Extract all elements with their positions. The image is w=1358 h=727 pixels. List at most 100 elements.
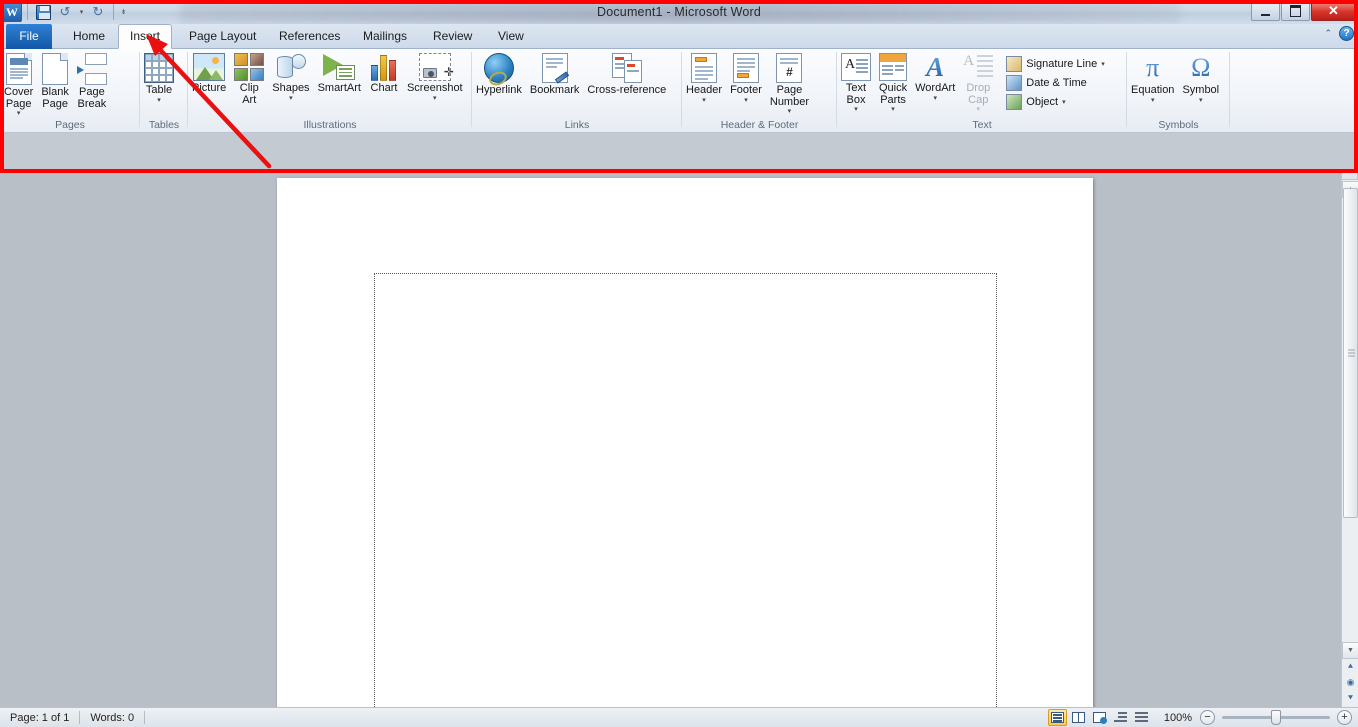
table-icon	[144, 53, 174, 83]
next-page-button[interactable]: ⯆	[1343, 691, 1358, 706]
status-divider-2	[144, 711, 145, 724]
tab-label: References	[279, 29, 340, 43]
chevron-down-icon[interactable]: ▾	[289, 95, 293, 102]
window-controls[interactable]: ✕	[1250, 1, 1356, 21]
shapes-button[interactable]: Shapes▾	[268, 53, 313, 102]
outline-view-button[interactable]	[1111, 709, 1130, 726]
group-items: Header▾Footer▾#PageNumber▾	[682, 49, 837, 119]
symbol-button[interactable]: ΩSymbol▾	[1178, 53, 1223, 104]
ribbon-help-controls[interactable]: ⌃ ?	[1324, 26, 1354, 41]
tab-file[interactable]: File	[6, 24, 52, 49]
help-icon[interactable]: ?	[1339, 26, 1354, 41]
tab-view[interactable]: View	[487, 24, 535, 49]
cross-reference-button[interactable]: Cross-reference	[583, 53, 670, 97]
tab-references[interactable]: References	[268, 24, 351, 49]
chevron-down-icon[interactable]: ▾	[702, 97, 706, 104]
chevron-down-icon[interactable]: ▾	[891, 106, 895, 113]
tab-label: Mailings	[363, 29, 407, 43]
group-small-buttons: Signature Line ▾ Date & Time Object▾	[1003, 53, 1107, 111]
maximize-button[interactable]	[1281, 1, 1310, 21]
signature-line-button[interactable]: Signature Line ▾	[1003, 54, 1107, 73]
chevron-down-icon[interactable]: ▾	[933, 95, 937, 102]
button-label: Table	[146, 85, 172, 97]
button-label: QuickParts	[879, 83, 907, 106]
zoom-out-button[interactable]: −	[1200, 710, 1215, 725]
select-browse-object-button[interactable]: ◉	[1343, 675, 1358, 690]
chevron-down-icon[interactable]: ▾	[1101, 60, 1105, 68]
scrollbar-thumb[interactable]	[1343, 188, 1358, 518]
word-count-indicator[interactable]: Words: 0	[80, 708, 144, 727]
button-label: Date & Time	[1026, 77, 1087, 89]
group-label: Links	[472, 119, 682, 133]
scrollbar-grip-icon	[1348, 348, 1355, 359]
web-layout-view-button[interactable]	[1090, 709, 1109, 726]
footer-button[interactable]: Footer▾	[726, 53, 766, 104]
scroll-down-button[interactable]: ▼	[1342, 642, 1358, 659]
header-button[interactable]: Header▾	[682, 53, 726, 104]
chevron-down-icon[interactable]: ▾	[977, 106, 981, 113]
zoom-level-label[interactable]: 100%	[1152, 708, 1200, 727]
screenshot-button[interactable]: ✛Screenshot▾	[403, 53, 467, 102]
chevron-down-icon[interactable]: ▾	[1062, 98, 1066, 106]
date-time-button[interactable]: Date & Time	[1003, 73, 1107, 92]
clip-art-button[interactable]: ClipArt	[230, 53, 268, 106]
tab-label: Insert	[130, 29, 160, 43]
chevron-down-icon[interactable]: ▾	[157, 97, 161, 104]
bookmark-button[interactable]: Bookmark	[526, 53, 584, 97]
page-number-button[interactable]: #PageNumber▾	[766, 53, 813, 115]
table-button[interactable]: Table▾	[140, 53, 178, 104]
previous-page-button[interactable]: ⯅	[1343, 659, 1358, 674]
full-screen-reading-icon	[1072, 712, 1085, 723]
chevron-down-icon[interactable]: ▾	[1151, 97, 1155, 104]
group-items: Picture ClipArtShapes▾ SmartArt Chart✛Scree…	[188, 49, 472, 119]
chevron-down-icon[interactable]: ▾	[788, 108, 792, 115]
group-label: Pages	[0, 119, 140, 133]
smartart-button[interactable]: SmartArt	[314, 53, 365, 95]
button-label: BlankPage	[41, 87, 69, 110]
full-screen-reading-view-button[interactable]	[1069, 709, 1088, 726]
button-label: Signature Line	[1026, 58, 1097, 70]
page-indicator[interactable]: Page: 1 of 1	[0, 708, 79, 727]
chevron-down-icon[interactable]: ▾	[1199, 97, 1203, 104]
draft-view-button[interactable]	[1132, 709, 1151, 726]
wordart-button[interactable]: AWordArt▾	[911, 53, 959, 102]
group-items: CoverPage▾BlankPagePageBreak	[0, 49, 140, 119]
print-layout-view-button[interactable]	[1048, 709, 1067, 726]
button-label: Cross-reference	[587, 85, 666, 97]
vertical-scrollbar[interactable]: ▲ ▼ ⯅ ◉ ⯆	[1341, 170, 1358, 707]
zoom-slider-handle[interactable]	[1271, 710, 1281, 725]
close-button[interactable]: ✕	[1311, 1, 1356, 21]
cover-page-button[interactable]: CoverPage▾	[0, 53, 37, 117]
chevron-down-icon[interactable]: ▾	[433, 95, 437, 102]
ribbon-group-header-footer: Header▾Footer▾#PageNumber▾Header & Foote…	[682, 49, 837, 133]
split-window-button[interactable]	[1341, 170, 1358, 180]
zoom-slider[interactable]	[1222, 710, 1330, 725]
tab-insert[interactable]: Insert	[118, 24, 172, 49]
page-number-icon: #	[776, 53, 802, 83]
equation-button[interactable]: πEquation▾	[1127, 53, 1178, 104]
tab-mailings[interactable]: Mailings	[352, 24, 418, 49]
button-label: TextBox	[846, 83, 866, 106]
ribbon-tab-strip[interactable]: File Home Insert Page Layout References Maili…	[0, 24, 1358, 49]
tab-home[interactable]: Home	[62, 24, 116, 49]
quick-parts-button[interactable]: QuickParts▾	[875, 53, 911, 113]
collapse-ribbon-icon[interactable]: ⌃	[1324, 28, 1332, 39]
page-break-button[interactable]: PageBreak	[73, 53, 111, 110]
chart-button[interactable]: Chart	[365, 53, 403, 95]
minimize-button[interactable]	[1251, 1, 1280, 21]
object-button[interactable]: Object▾	[1003, 92, 1107, 111]
button-label: SmartArt	[318, 83, 361, 95]
blank-page-button[interactable]: BlankPage	[37, 53, 73, 110]
tab-review[interactable]: Review	[422, 24, 483, 49]
text-box-button[interactable]: ATextBox▾	[837, 53, 875, 113]
chevron-down-icon[interactable]: ▾	[854, 106, 858, 113]
button-label: Header	[686, 85, 722, 97]
document-page[interactable]	[277, 178, 1093, 727]
zoom-in-button[interactable]: +	[1337, 710, 1352, 725]
tab-page-layout[interactable]: Page Layout	[178, 24, 267, 49]
picture-button[interactable]: Picture	[188, 53, 230, 95]
button-label: Picture	[192, 83, 226, 95]
hyperlink-button[interactable]: Hyperlink	[472, 53, 526, 97]
chevron-down-icon[interactable]: ▾	[17, 110, 21, 117]
chevron-down-icon[interactable]: ▾	[744, 97, 748, 104]
